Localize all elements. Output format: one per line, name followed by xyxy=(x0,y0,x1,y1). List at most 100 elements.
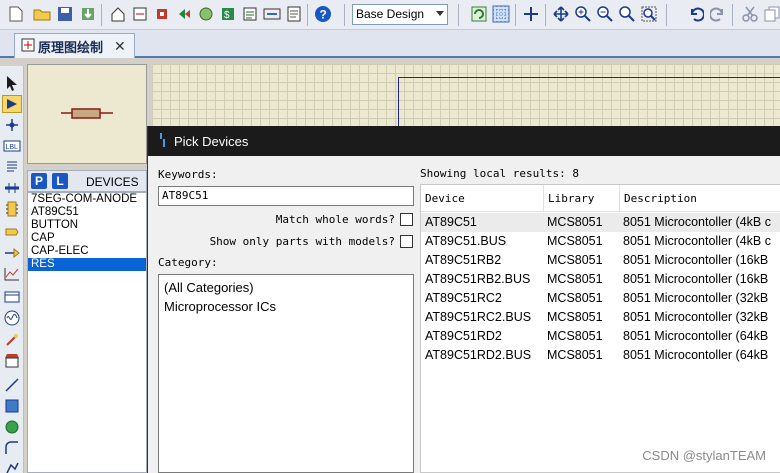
show-only-models-label: Show only parts with models? xyxy=(209,235,395,248)
library-manager-button[interactable]: L xyxy=(52,173,68,189)
cell-library: MCS8051 xyxy=(547,310,603,324)
column-header-description[interactable]: Description xyxy=(620,185,780,212)
gerber-icon[interactable] xyxy=(196,4,216,24)
virtual-instrument-icon[interactable] xyxy=(2,352,22,370)
watermark-text: CSDN @stylanTEAM xyxy=(642,448,766,463)
schematic-icon[interactable] xyxy=(130,4,150,24)
category-list[interactable]: (All Categories) Microprocessor ICs xyxy=(158,274,414,473)
cell-device: AT89C51 xyxy=(425,215,477,229)
import-icon[interactable] xyxy=(78,4,98,24)
document-icon[interactable] xyxy=(284,4,304,24)
zoom-out-icon[interactable] xyxy=(595,4,615,24)
path-tool-icon[interactable] xyxy=(2,459,22,473)
close-icon[interactable]: ✕ xyxy=(114,38,126,55)
match-whole-words-row[interactable]: Match whole words? xyxy=(276,213,413,226)
table-row[interactable]: AT89C51.BUS MCS8051 8051 Microcontoller … xyxy=(421,232,780,251)
zoom-in-icon[interactable] xyxy=(573,4,593,24)
bom-icon[interactable] xyxy=(240,4,260,24)
main-toolbar: $ ? Base Design xyxy=(0,0,780,30)
sheet-border xyxy=(398,77,780,126)
table-row[interactable]: AT89C51RC2.BUS MCS8051 8051 Microcontoll… xyxy=(421,308,780,327)
cell-device: AT89C51RC2 xyxy=(425,291,502,305)
cell-description: 8051 Microcontoller (64kB xyxy=(623,329,769,343)
cell-library: MCS8051 xyxy=(547,272,603,286)
column-header-library[interactable]: Library xyxy=(544,185,620,212)
tab-schematic-capture[interactable]: 原理图绘制 ✕ xyxy=(14,33,135,58)
undo-icon[interactable] xyxy=(686,4,706,24)
list-item[interactable]: CAP xyxy=(28,232,146,245)
table-row[interactable]: AT89C51RC2 MCS8051 8051 Microcontoller (… xyxy=(421,289,780,308)
cell-device: AT89C51RD2 xyxy=(425,329,502,343)
text-script-icon[interactable] xyxy=(2,158,22,176)
zoom-all-icon[interactable] xyxy=(617,4,637,24)
tape-recorder-icon[interactable] xyxy=(2,288,22,306)
table-row[interactable]: AT89C51RB2 MCS8051 8051 Microcontoller (… xyxy=(421,251,780,270)
line-tool-icon[interactable] xyxy=(2,376,22,394)
subcircuit-icon[interactable] xyxy=(2,200,22,218)
wire-label-icon[interactable]: LBL xyxy=(2,137,22,155)
open-folder-icon[interactable] xyxy=(32,4,52,24)
junction-dot-icon[interactable] xyxy=(2,116,22,134)
svg-text:$: $ xyxy=(224,10,230,21)
cell-library: MCS8051 xyxy=(547,348,603,362)
circle-tool-icon[interactable] xyxy=(2,418,22,436)
list-item[interactable]: CAP-ELEC xyxy=(28,245,146,258)
redo-icon[interactable] xyxy=(708,4,728,24)
list-item-selected[interactable]: RES xyxy=(28,258,146,271)
box-tool-icon[interactable] xyxy=(2,397,22,415)
table-row[interactable]: AT89C51RD2 MCS8051 8051 Microcontoller (… xyxy=(421,327,780,346)
grid-toggle-icon[interactable] xyxy=(491,4,511,24)
terminal-icon[interactable] xyxy=(2,223,22,241)
match-whole-words-checkbox[interactable] xyxy=(400,213,413,226)
generator-icon[interactable] xyxy=(2,309,22,327)
cut-icon[interactable] xyxy=(740,4,760,24)
show-only-models-checkbox[interactable] xyxy=(400,235,413,248)
cell-library: MCS8051 xyxy=(547,329,603,343)
refresh-icon[interactable] xyxy=(469,4,489,24)
3d-view-icon[interactable]: $ xyxy=(218,4,238,24)
code-editor-icon[interactable] xyxy=(262,4,282,24)
results-summary: Showing local results: 8 xyxy=(420,167,579,180)
pick-devices-button[interactable]: P xyxy=(31,173,47,189)
table-row[interactable]: AT89C51RD2.BUS MCS8051 8051 Microcontoll… xyxy=(421,346,780,365)
pcb-icon[interactable] xyxy=(152,4,172,24)
table-row[interactable]: AT89C51RB2.BUS MCS8051 8051 Microcontoll… xyxy=(421,270,780,289)
design-variant-select[interactable]: Base Design xyxy=(352,4,448,25)
cell-description: 8051 Microcontoller (4kB c xyxy=(623,215,771,229)
arc-tool-icon[interactable] xyxy=(2,439,22,457)
zoom-area-icon[interactable] xyxy=(639,4,659,24)
bus-icon[interactable] xyxy=(2,179,22,197)
component-preview xyxy=(27,64,147,164)
results-table[interactable]: Device Library Description AT89C51 MCS80… xyxy=(420,184,780,473)
list-item[interactable]: BUTTON xyxy=(28,219,146,232)
devices-header: P L DEVICES xyxy=(27,170,147,192)
keywords-input[interactable]: AT89C51 xyxy=(158,186,414,206)
list-item[interactable]: AT89C51 xyxy=(28,206,146,219)
match-whole-words-label: Match whole words? xyxy=(275,213,395,226)
copy-icon[interactable] xyxy=(762,4,780,24)
chevron-down-icon xyxy=(436,11,444,16)
selection-mode-icon[interactable] xyxy=(2,74,22,92)
design-explorer-icon[interactable] xyxy=(174,4,194,24)
component-mode-icon[interactable] xyxy=(2,95,22,113)
cell-device: AT89C51RC2.BUS xyxy=(425,310,532,324)
devices-list[interactable]: 7SEG-COM-ANODE AT89C51 BUTTON CAP CAP-EL… xyxy=(27,192,147,473)
cell-library: MCS8051 xyxy=(547,234,603,248)
pan-icon[interactable] xyxy=(551,4,571,24)
help-icon[interactable]: ? xyxy=(313,4,333,24)
graph-icon[interactable] xyxy=(2,265,22,283)
show-only-models-row[interactable]: Show only parts with models? xyxy=(210,235,413,248)
resistor-preview-icon xyxy=(61,108,113,119)
home-icon[interactable] xyxy=(108,4,128,24)
mode-toolbar: LBL xyxy=(0,66,24,473)
device-pin-icon[interactable] xyxy=(2,244,22,262)
origin-icon[interactable] xyxy=(521,4,541,24)
category-item[interactable]: Microprocessor ICs xyxy=(164,297,408,316)
table-row[interactable]: AT89C51 MCS8051 8051 Microcontoller (4kB… xyxy=(421,213,780,232)
voltage-probe-icon[interactable] xyxy=(2,331,22,349)
new-file-icon[interactable] xyxy=(6,4,26,24)
column-header-device[interactable]: Device xyxy=(421,185,544,212)
list-item[interactable]: 7SEG-COM-ANODE xyxy=(28,193,146,206)
save-icon[interactable] xyxy=(55,4,75,24)
category-item[interactable]: (All Categories) xyxy=(164,278,408,297)
